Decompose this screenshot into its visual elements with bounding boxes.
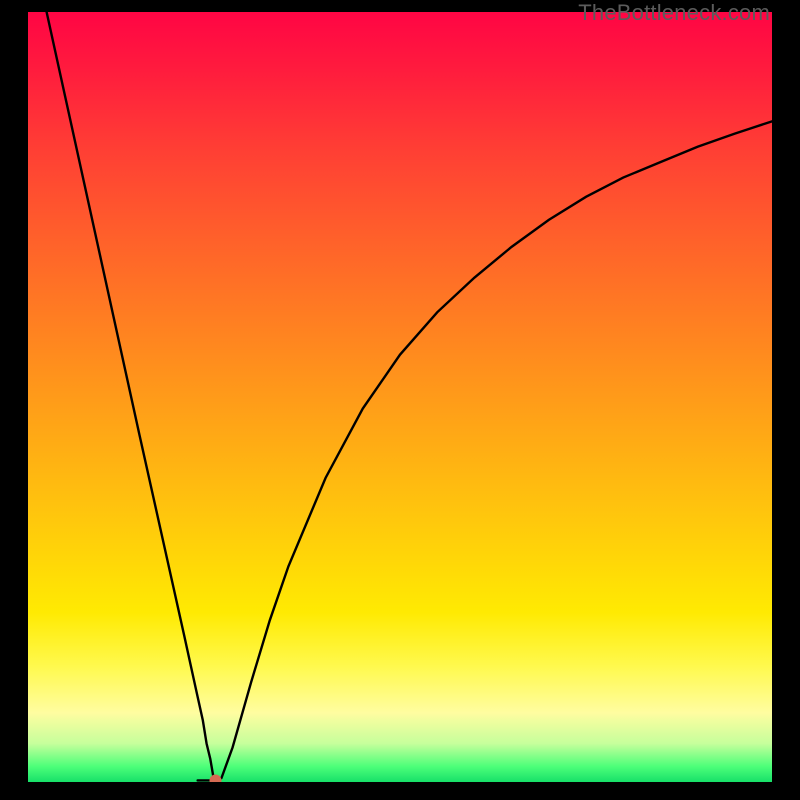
curve-left-branch: [47, 12, 214, 780]
optimum-marker: [209, 774, 221, 782]
curve-layer: [28, 12, 772, 782]
frame: TheBottleneck.com: [0, 0, 800, 800]
watermark-text: TheBottleneck.com: [578, 0, 770, 26]
curve-right-branch: [221, 121, 772, 778]
plot-area: [28, 12, 772, 782]
